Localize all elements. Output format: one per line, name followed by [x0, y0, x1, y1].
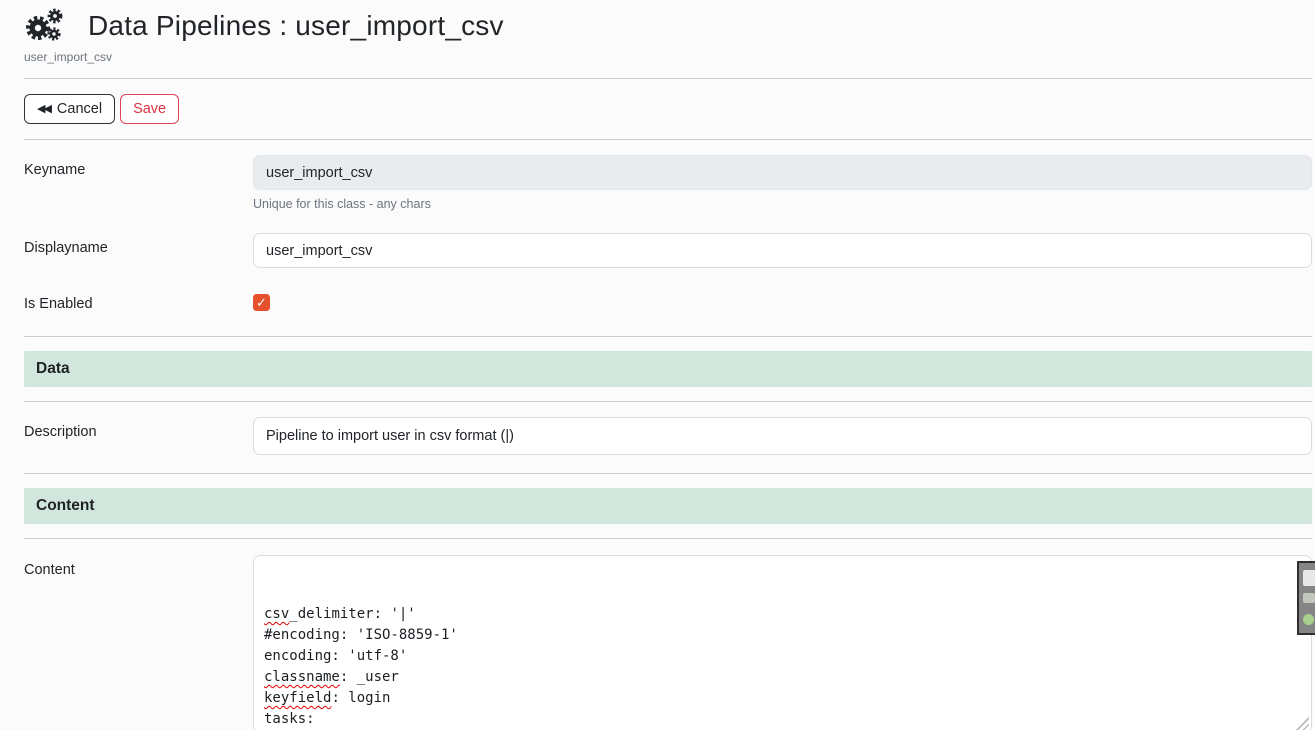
- content-label: Content: [24, 555, 253, 578]
- save-button-label: Save: [133, 101, 166, 117]
- edge-widget-glyph: [1303, 570, 1315, 586]
- content-code-lines: csv_delimiter: '|'#encoding: 'ISO-8859-1…: [264, 604, 1301, 730]
- keyname-label: Keyname: [24, 155, 253, 178]
- divider: [24, 538, 1312, 539]
- gears-icon: [24, 8, 64, 44]
- is-enabled-label: Is Enabled: [24, 296, 253, 312]
- displayname-row: Displayname: [24, 233, 1312, 268]
- page-title: Data Pipelines : user_import_csv: [88, 10, 504, 42]
- save-button[interactable]: Save: [120, 94, 179, 124]
- page-header: Data Pipelines : user_import_csv: [24, 0, 1312, 44]
- edge-clipped-widget[interactable]: [1297, 561, 1315, 635]
- section-header-content: Content: [24, 488, 1312, 524]
- toolbar-divider: [24, 139, 1312, 140]
- edge-widget-green-dot: [1303, 614, 1314, 625]
- is-enabled-row: Is Enabled: [24, 294, 1312, 314]
- description-label: Description: [24, 417, 253, 440]
- content-row: Content csv_delimiter: '|'#encoding: 'IS…: [24, 555, 1312, 730]
- divider: [24, 473, 1312, 474]
- keyname-input[interactable]: [253, 155, 1312, 190]
- section-header-data: Data: [24, 351, 1312, 387]
- content-textarea[interactable]: csv_delimiter: '|'#encoding: 'ISO-8859-1…: [253, 555, 1312, 730]
- cancel-button[interactable]: ◀◀ Cancel: [24, 94, 115, 124]
- page: Data Pipelines : user_import_csv user_im…: [0, 0, 1315, 730]
- header-divider: [24, 78, 1312, 79]
- cancel-button-label: Cancel: [57, 101, 102, 117]
- keyname-row: Keyname Unique for this class - any char…: [24, 155, 1312, 211]
- edge-widget-glyph: [1303, 593, 1315, 603]
- description-input[interactable]: [253, 417, 1312, 455]
- description-row: Description: [24, 417, 1312, 455]
- keyname-help-text: Unique for this class - any chars: [253, 197, 1312, 211]
- displayname-label: Displayname: [24, 233, 253, 256]
- divider: [24, 336, 1312, 337]
- page-subtitle: user_import_csv: [24, 50, 1312, 64]
- rewind-icon: ◀◀: [37, 104, 50, 115]
- divider: [24, 401, 1312, 402]
- toolbar: ◀◀ Cancel Save: [24, 94, 1312, 124]
- displayname-input[interactable]: [253, 233, 1312, 268]
- is-enabled-checkbox[interactable]: [253, 294, 270, 311]
